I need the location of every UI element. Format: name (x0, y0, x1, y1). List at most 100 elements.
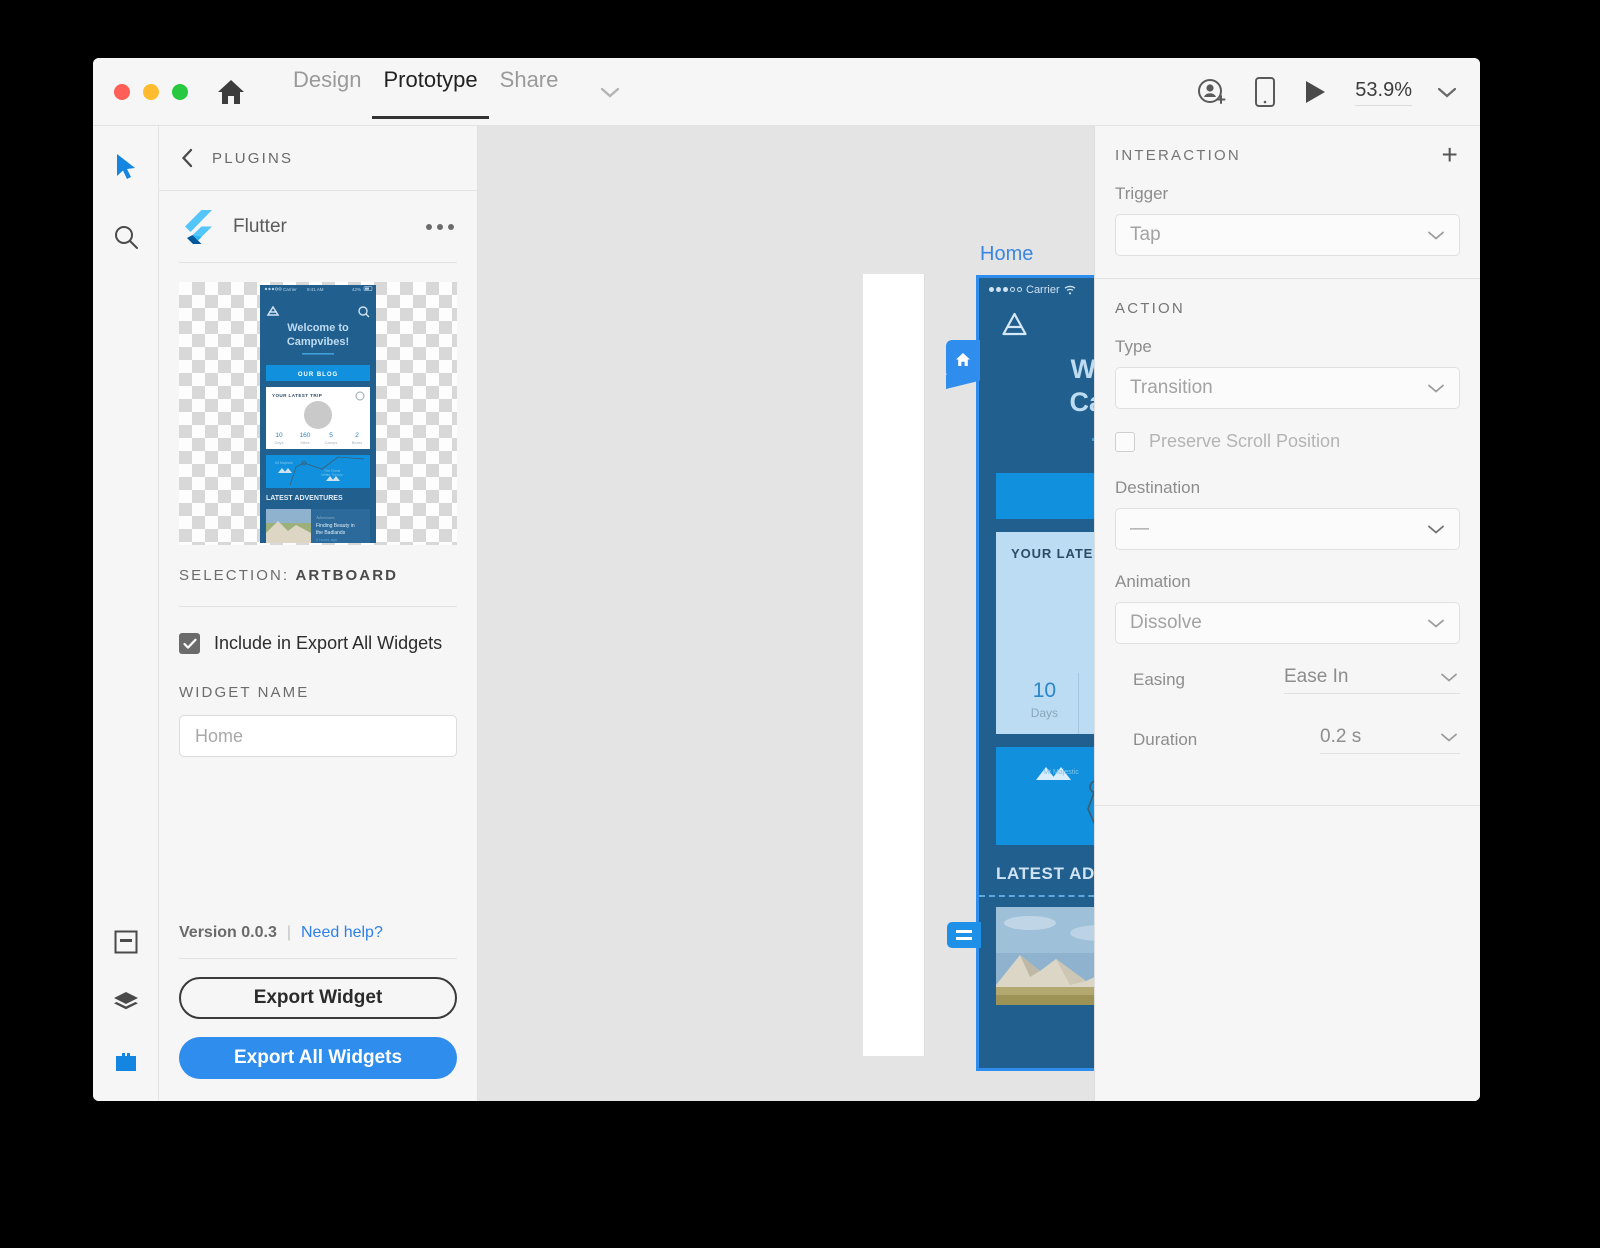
sidebar-item-zoom-tool[interactable] (109, 220, 143, 254)
carrier-label: Carrier (1026, 284, 1060, 296)
version-separator: | (287, 924, 291, 942)
mode-tabs: Design Prototype Share (282, 58, 569, 126)
chevron-down-icon (1427, 618, 1445, 629)
animation-select[interactable]: Dissolve (1115, 602, 1460, 644)
tab-share[interactable]: Share (489, 58, 570, 126)
export-all-widgets-button[interactable]: Export All Widgets (179, 1037, 457, 1079)
chevron-down-icon[interactable] (1436, 85, 1458, 99)
duration-value: 0.2 s (1320, 726, 1361, 748)
add-collaborator-icon[interactable] (1197, 77, 1227, 107)
ellipsis-icon[interactable] (426, 224, 457, 230)
chevron-down-icon (1427, 230, 1445, 241)
window-controls (114, 84, 188, 100)
scroll-group-handle[interactable] (947, 922, 981, 948)
svg-text:Finding Beauty in: Finding Beauty in (316, 523, 355, 529)
design-canvas[interactable]: Home (478, 126, 1480, 1101)
destination-label: Destination (1115, 478, 1460, 498)
preserve-scroll-position-checkbox[interactable] (1115, 432, 1135, 452)
svg-text:10: 10 (275, 432, 283, 439)
interaction-panel: INTERACTION + Trigger Tap ACTION (1094, 126, 1480, 1101)
interaction-header-label: INTERACTION (1115, 147, 1241, 164)
easing-value: Ease In (1284, 666, 1348, 688)
svg-text:OUR BLOG: OUR BLOG (298, 372, 338, 378)
svg-text:White Throne: White Throne (321, 473, 343, 477)
plugin-name-label: Flutter (233, 216, 426, 238)
cursor-icon (115, 153, 137, 181)
preserve-scroll-position-row[interactable]: Preserve Scroll Position (1115, 431, 1460, 452)
destination-select[interactable]: — (1115, 508, 1460, 550)
svg-text:Camps: Camps (325, 440, 338, 445)
type-value: Transition (1130, 377, 1213, 399)
plugin-list-item-flutter[interactable]: Flutter (179, 191, 457, 263)
widget-name-input[interactable]: Home (179, 715, 457, 757)
preserve-scroll-position-label: Preserve Scroll Position (1149, 431, 1340, 452)
action-header-label: ACTION (1115, 300, 1185, 317)
selection-value-label: ARTBOARD (295, 567, 398, 584)
include-in-export-label: Include in Export All Widgets (214, 633, 442, 654)
include-in-export-checkbox[interactable] (179, 633, 200, 654)
chevron-down-icon (1440, 672, 1458, 683)
svg-text:9:41 AM: 9:41 AM (307, 287, 324, 292)
interaction-section: INTERACTION + Trigger Tap (1095, 126, 1480, 256)
zoom-window-button[interactable] (172, 84, 188, 100)
artboard-icon (114, 930, 138, 954)
duration-select[interactable]: 0.2 s (1320, 726, 1460, 754)
panel-spacer (179, 757, 457, 924)
chevron-down-icon (599, 85, 621, 99)
sidebar-item-layers-panel[interactable] (109, 985, 143, 1019)
plugin-puzzle-icon (113, 1051, 139, 1073)
svg-text:Campvibes!: Campvibes! (287, 336, 349, 348)
mobile-device-icon[interactable] (1255, 77, 1275, 107)
svg-text:Days: Days (274, 440, 283, 445)
sidebar-item-artboard-panel[interactable] (109, 925, 143, 959)
sidebar-item-plugins-panel[interactable] (109, 1045, 143, 1079)
artboard-partial-left[interactable] (863, 274, 925, 1056)
svg-text:Welcome to: Welcome to (287, 322, 349, 334)
svg-text:Miles: Miles (300, 440, 309, 445)
include-in-export-checkbox-row[interactable]: Include in Export All Widgets (179, 633, 457, 654)
easing-label: Easing (1115, 670, 1185, 690)
easing-select[interactable]: Ease In (1284, 666, 1460, 694)
minimize-window-button[interactable] (143, 84, 159, 100)
wifi-icon (1064, 285, 1076, 295)
version-row: Version 0.0.3 | Need help? (179, 924, 457, 959)
home-icon (955, 352, 971, 367)
need-help-link[interactable]: Need help? (301, 924, 383, 942)
animation-label: Animation (1115, 572, 1460, 592)
thumbnail-artboard-home: Carrier 9:41 AM 42% Welcome to Campvibes… (260, 285, 376, 543)
sidebar-item-select-tool[interactable] (109, 150, 143, 184)
svg-text:the Badlands: the Badlands (316, 530, 346, 536)
selection-prefix-label: SELECTION: (179, 567, 289, 584)
app-body: PLUGINS Flutter (93, 126, 1480, 1101)
zoom-level-value[interactable]: 53.9% (1355, 79, 1412, 106)
artboard-name-label[interactable]: Home (980, 243, 1033, 266)
zoom-control[interactable]: 53.9% (1355, 79, 1458, 106)
magnifier-icon (113, 224, 139, 250)
application-window: Design Prototype Share (93, 58, 1480, 1101)
tab-design[interactable]: Design (282, 58, 372, 126)
svg-text:2 hours ago: 2 hours ago (316, 537, 338, 542)
svg-text:Mt Majestic: Mt Majestic (275, 461, 293, 465)
home-button[interactable] (216, 78, 246, 106)
close-window-button[interactable] (114, 84, 130, 100)
tab-prototype[interactable]: Prototype (372, 58, 488, 126)
play-icon[interactable] (1303, 79, 1327, 105)
action-section-header: ACTION (1115, 279, 1460, 337)
chevron-left-icon[interactable] (181, 148, 194, 168)
artboard-thumbnail-preview: Carrier 9:41 AM 42% Welcome to Campvibes… (179, 282, 457, 545)
svg-text:Bears: Bears (352, 440, 362, 445)
trigger-label: Trigger (1115, 184, 1460, 204)
home-artboard-badge[interactable] (946, 340, 980, 378)
type-select[interactable]: Transition (1115, 367, 1460, 409)
plus-icon[interactable]: + (1441, 141, 1460, 169)
tool-rail (93, 126, 159, 1101)
map-label-mt-majestic: Mt Majestic (1026, 769, 1096, 776)
export-widget-button[interactable]: Export Widget (179, 977, 457, 1019)
svg-text:YOUR LATEST TRIP: YOUR LATEST TRIP (272, 393, 322, 398)
plugin-panel-title: PLUGINS (212, 150, 293, 167)
type-label: Type (1115, 337, 1460, 357)
signal-strength-icon (989, 287, 1022, 292)
tabs-overflow-button[interactable] (599, 85, 621, 99)
trigger-select[interactable]: Tap (1115, 214, 1460, 256)
tent-logo-icon[interactable] (1001, 312, 1028, 336)
